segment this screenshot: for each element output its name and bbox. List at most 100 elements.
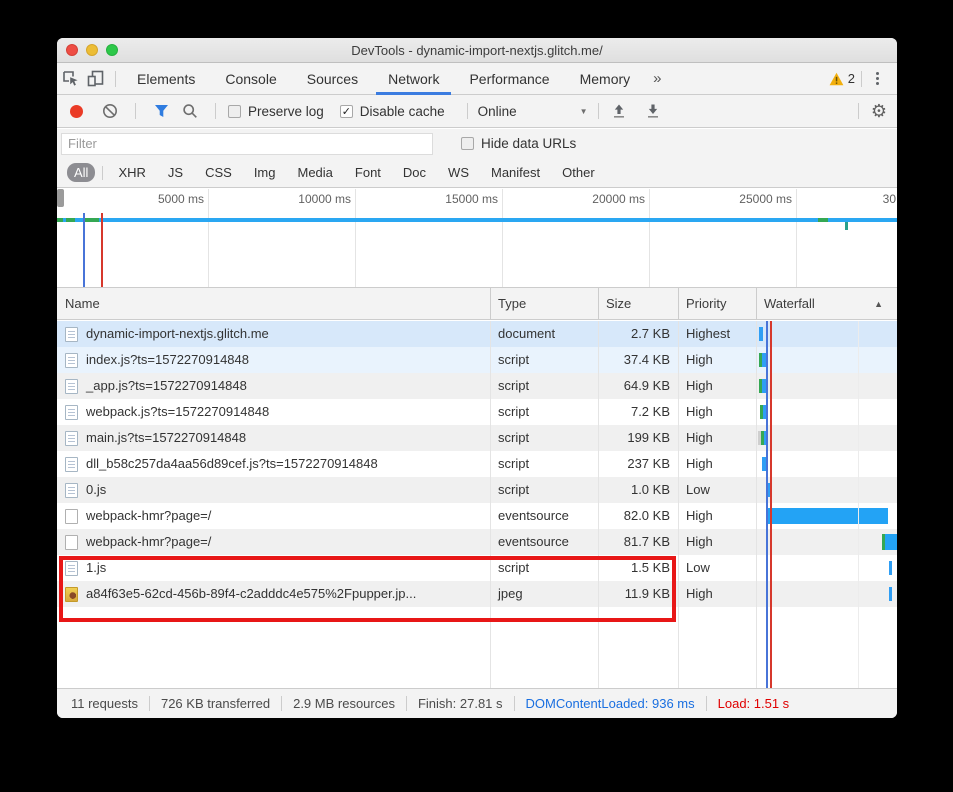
column-separator[interactable] [598, 288, 599, 319]
tab-console[interactable]: Console [210, 63, 291, 95]
divider [597, 103, 599, 119]
type-filter-manifest[interactable]: Manifest [483, 163, 548, 182]
request-name-cell: dll_b58c257da4aa56d89cef.js?ts=157227091… [57, 451, 490, 477]
waterfall-bar [889, 587, 892, 601]
divider [466, 103, 468, 119]
request-priority-cell: High [686, 534, 713, 549]
request-name-cell: webpack.js?ts=1572270914848 [57, 399, 490, 425]
type-filter-font[interactable]: Font [347, 163, 389, 182]
devtools-window: DevTools - dynamic-import-nextjs.glitch.… [57, 38, 897, 718]
request-priority-cell: Low [686, 560, 710, 575]
disable-cache-checkbox[interactable]: ✓ Disable cache [339, 104, 445, 119]
type-filter-img[interactable]: Img [246, 163, 284, 182]
request-name: _app.js?ts=1572270914848 [86, 378, 247, 393]
request-priority-cell: High [686, 586, 713, 601]
overview-drag-handle[interactable] [57, 189, 64, 207]
window-title: DevTools - dynamic-import-nextjs.glitch.… [351, 43, 603, 58]
overview-green-segment [57, 218, 63, 222]
divider [513, 696, 515, 711]
divider [148, 696, 150, 711]
gear-icon[interactable]: ⚙ [871, 102, 887, 120]
request-name: index.js?ts=1572270914848 [86, 352, 250, 367]
column-separator[interactable] [756, 288, 757, 319]
request-size-cell: 81.7 KB [623, 534, 670, 549]
record-button[interactable] [70, 104, 83, 118]
search-icon[interactable] [180, 101, 200, 121]
status-item: 2.9 MB resources [293, 696, 395, 711]
overview-green-segment [66, 218, 75, 222]
filter-input[interactable] [61, 132, 433, 155]
request-size-cell: 237 KB [627, 456, 670, 471]
type-filter-bar: All XHR JS CSS Img Media Font Doc WS Manifest Othe… [57, 158, 897, 188]
load-marker-line [101, 213, 103, 287]
timeline-overview[interactable]: 5000 ms 10000 ms 15000 ms 20000 ms 25000 ms 3… [57, 189, 897, 288]
column-separator[interactable] [678, 288, 679, 319]
divider [705, 696, 707, 711]
type-filter-all[interactable]: All [67, 163, 96, 182]
tab-performance[interactable]: Performance [454, 63, 564, 95]
more-tabs-button[interactable]: » [645, 70, 669, 87]
request-type-cell: jpeg [498, 586, 523, 601]
load-marker-line [770, 321, 772, 688]
warnings-badge[interactable]: 2 [829, 71, 855, 86]
request-name: 0.js [86, 482, 107, 497]
type-filter-media[interactable]: Media [289, 163, 340, 182]
type-filter-other[interactable]: Other [554, 163, 603, 182]
column-header-waterfall[interactable]: Waterfall [756, 288, 815, 320]
hide-data-urls-checkbox[interactable]: Hide data URLs [461, 136, 576, 151]
clear-icon[interactable] [100, 101, 120, 121]
column-header-priority[interactable]: Priority [678, 288, 726, 320]
request-size-cell: 1.5 KB [630, 560, 670, 575]
filter-funnel-icon[interactable] [151, 101, 171, 121]
waterfall-cell [756, 555, 897, 581]
checkbox-unchecked [461, 137, 474, 150]
type-filter-js[interactable]: JS [160, 163, 191, 182]
tab-elements[interactable]: Elements [122, 63, 210, 95]
throttling-dropdown[interactable]: Online ▼ [478, 104, 588, 119]
type-filter-css[interactable]: CSS [197, 163, 240, 182]
waterfall-cell [756, 529, 897, 555]
tab-network[interactable]: Network [373, 63, 454, 95]
request-name-cell: dynamic-import-nextjs.glitch.me [57, 321, 490, 347]
ruler-gridline [502, 189, 503, 287]
column-separator[interactable] [490, 288, 491, 319]
blank-file-icon [65, 508, 78, 524]
status-item: Finish: 27.81 s [417, 696, 503, 711]
request-name: dynamic-import-nextjs.glitch.me [86, 326, 269, 341]
sort-indicator-icon[interactable]: ▲ [874, 288, 883, 320]
ruler-gridline [208, 189, 209, 287]
tab-sources[interactable]: Sources [292, 63, 373, 95]
request-name: main.js?ts=1572270914848 [86, 430, 247, 445]
export-har-icon[interactable] [643, 101, 663, 121]
request-type-cell: document [498, 326, 556, 341]
preserve-log-checkbox[interactable]: Preserve log [228, 104, 324, 119]
import-har-icon[interactable] [609, 101, 629, 121]
kebab-menu-icon[interactable] [868, 68, 887, 89]
request-size-cell: 82.0 KB [623, 508, 670, 523]
status-item: DOMContentLoaded: 936 ms [525, 696, 695, 711]
type-filter-xhr[interactable]: XHR [110, 163, 153, 182]
dcl-marker-line [83, 213, 85, 287]
request-size-cell: 64.9 KB [623, 378, 670, 393]
tab-memory[interactable]: Memory [565, 63, 646, 95]
request-priority-cell: High [686, 430, 713, 445]
checkbox-checked: ✓ [339, 104, 353, 118]
toggle-device-toolbar-button[interactable] [83, 66, 109, 92]
request-type-cell: script [498, 456, 530, 471]
status-item: 726 KB transferred [160, 696, 271, 711]
ruler-tick-label: 25000 ms [739, 192, 792, 206]
request-name: dll_b58c257da4aa56d89cef.js?ts=157227091… [86, 456, 378, 471]
request-priority-cell: Low [686, 482, 710, 497]
panel-tabs: Elements Console Sources Network Performance… [122, 63, 645, 95]
status-item: 11 requests [71, 696, 138, 711]
type-filter-doc[interactable]: Doc [395, 163, 434, 182]
type-filter-ws[interactable]: WS [440, 163, 477, 182]
waterfall-cell [756, 477, 897, 503]
column-header-name[interactable]: Name [57, 288, 100, 320]
document-file-icon [65, 560, 78, 576]
request-name-cell: _app.js?ts=1572270914848 [57, 373, 490, 399]
request-type-cell: script [498, 404, 530, 419]
inspect-element-button[interactable] [57, 66, 83, 92]
column-header-size[interactable]: Size [598, 288, 631, 320]
column-header-type[interactable]: Type [490, 288, 526, 320]
